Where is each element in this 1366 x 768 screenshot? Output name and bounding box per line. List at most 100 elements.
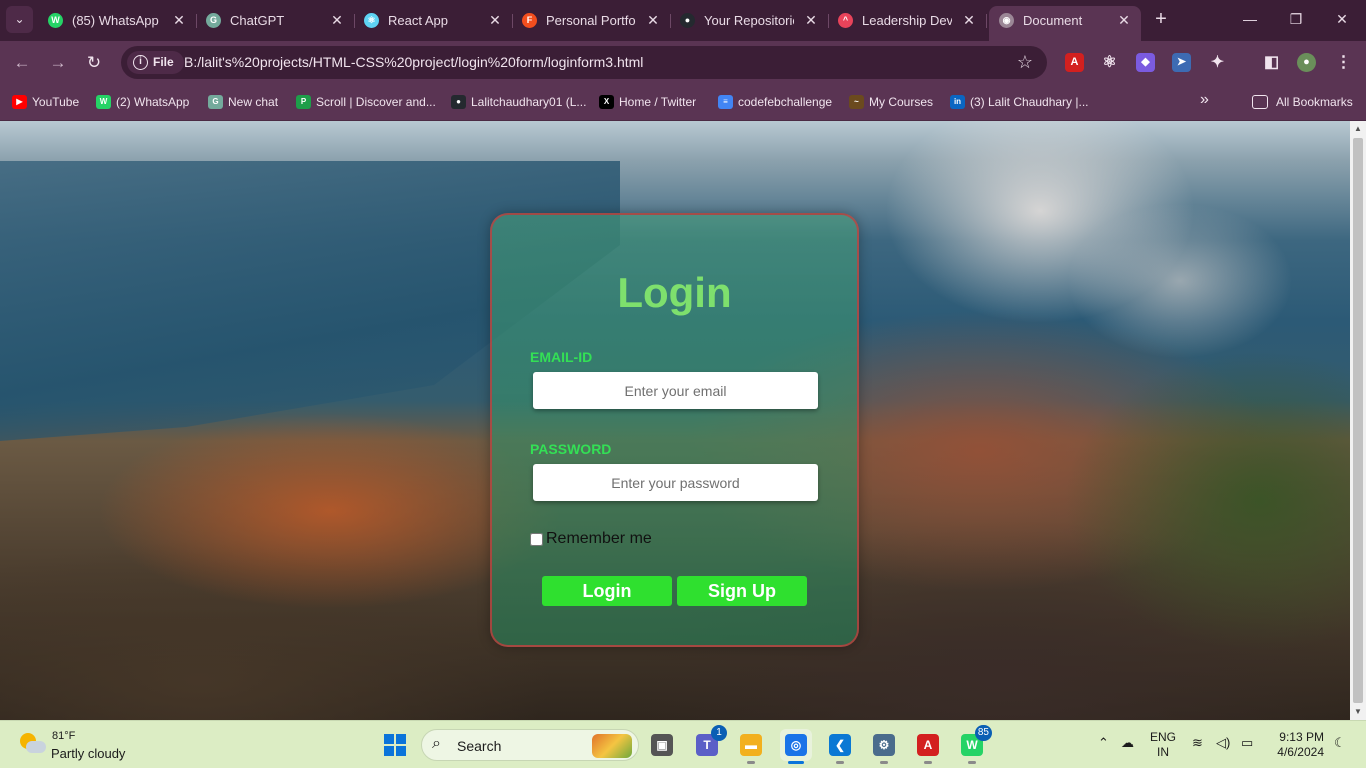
browser-tab[interactable]: G ChatGPT ✕ — [196, 6, 355, 35]
taskbar-app-chrome[interactable]: ◎ — [780, 729, 812, 764]
globe-icon: ◉ — [999, 13, 1014, 28]
folder-icon: ▬ — [740, 734, 762, 756]
browser-tab[interactable]: W (85) WhatsApp ✕ — [38, 6, 197, 35]
all-bookmarks-button[interactable]: All Bookmarks — [1252, 93, 1353, 111]
scroll-icon: P — [296, 95, 311, 109]
bookmark-item[interactable]: W (2) WhatsApp — [96, 93, 189, 111]
taskbar-app-whatsapp[interactable]: W 85 — [956, 725, 992, 764]
show-hidden-icons[interactable]: ⌃ — [1098, 735, 1109, 751]
remember-me-checkbox[interactable] — [530, 533, 543, 546]
cursor-extension-icon[interactable]: ➤ — [1172, 53, 1191, 72]
taskbar-search[interactable]: ⌕ Search — [421, 729, 639, 761]
password-input[interactable] — [533, 464, 818, 501]
site-info-chip[interactable]: i File — [127, 51, 184, 74]
extensions-icon[interactable]: ✦ — [1208, 53, 1227, 72]
email-input[interactable] — [533, 372, 818, 409]
scroll-up-icon[interactable]: ▲ — [1350, 121, 1366, 137]
signup-button[interactable]: Sign Up — [677, 576, 807, 606]
taskbar-app-file-explorer[interactable]: ▬ — [735, 729, 767, 764]
page-viewport: Login EMAIL-ID PASSWORD Remember me Logi… — [0, 121, 1350, 720]
tab-title: ChatGPT — [230, 13, 285, 28]
site-info-label: File — [153, 55, 174, 69]
close-tab-icon[interactable]: ✕ — [486, 11, 504, 29]
notifications-icon[interactable]: ☾ — [1334, 735, 1346, 751]
bookmark-item[interactable]: X Home / Twitter — [599, 93, 696, 111]
bookmark-item[interactable]: ~ My Courses — [849, 93, 933, 111]
whatsapp-icon: W — [96, 95, 111, 109]
all-bookmarks-label: All Bookmarks — [1276, 95, 1353, 109]
profile-avatar[interactable]: ● — [1297, 53, 1316, 72]
courses-icon: ~ — [849, 95, 864, 109]
url-text[interactable]: B:/lalit's%20projects/HTML-CSS%20project… — [184, 54, 643, 70]
bookmark-label: YouTube — [32, 95, 80, 109]
bookmark-item[interactable]: ▶ YouTube — [12, 93, 79, 111]
browser-tab[interactable]: F Personal Portfoli ✕ — [512, 6, 671, 35]
running-indicator — [747, 761, 755, 764]
address-bar[interactable]: i File B:/lalit's%20projects/HTML-CSS%20… — [121, 46, 1047, 79]
browser-tab[interactable]: ◉ Document ✕ — [989, 6, 1141, 41]
taskbar-app-vscode[interactable]: ❮ — [824, 729, 856, 764]
reload-button[interactable]: ↻ — [80, 49, 108, 77]
running-indicator — [968, 761, 976, 764]
browser-tab[interactable]: ⚛ React App ✕ — [354, 6, 513, 35]
running-indicator — [788, 761, 804, 764]
bookmark-label: New chat — [228, 95, 279, 109]
language-indicator[interactable]: ENG IN — [1150, 730, 1176, 760]
browser-toolbar: ← → ↻ i File B:/lalit's%20projects/HTML-… — [0, 41, 1366, 84]
taskbar-app-acrobat[interactable]: A — [912, 729, 944, 764]
taskbar-app-teams[interactable]: T1 — [691, 725, 727, 761]
tab-title: Document — [1023, 13, 1083, 28]
wifi-icon[interactable]: ≋ — [1192, 735, 1203, 751]
scroll-down-icon[interactable]: ▼ — [1350, 704, 1366, 720]
close-window-button[interactable]: ✕ — [1327, 8, 1357, 30]
back-button[interactable]: ← — [8, 49, 36, 77]
start-button[interactable] — [384, 734, 406, 756]
acrobat-icon: A — [917, 734, 939, 756]
react-devtools-icon[interactable]: ⚛ — [1100, 53, 1119, 72]
restore-button[interactable]: ❐ — [1281, 8, 1311, 30]
acrobat-extension-icon[interactable]: A — [1065, 53, 1084, 72]
bookmark-item[interactable]: G New chat — [208, 93, 278, 111]
bookmark-label: My Courses — [869, 95, 934, 109]
side-panel-icon[interactable]: ◧ — [1262, 53, 1281, 72]
close-tab-icon[interactable]: ✕ — [644, 11, 662, 29]
volume-icon[interactable]: ◁) — [1216, 735, 1230, 751]
bookmark-item[interactable]: in (3) Lalit Chaudhary |... — [950, 93, 1089, 111]
close-tab-icon[interactable]: ✕ — [802, 11, 820, 29]
bookmark-item[interactable]: ● Lalitchaudhary01 (L... — [451, 93, 586, 111]
battery-icon[interactable]: ▭ — [1241, 735, 1253, 751]
forward-button[interactable]: → — [44, 49, 72, 77]
onedrive-icon[interactable]: ☁ — [1121, 735, 1134, 751]
close-tab-icon[interactable]: ✕ — [328, 11, 346, 29]
close-tab-icon[interactable]: ✕ — [960, 11, 978, 29]
email-label: EMAIL-ID — [530, 349, 593, 365]
browser-tab[interactable]: ● Your Repositorie ✕ — [670, 6, 829, 35]
gemini-extension-icon[interactable]: ◆ — [1136, 53, 1155, 72]
github-icon: ● — [680, 13, 695, 28]
scrollbar-thumb[interactable] — [1353, 138, 1363, 703]
more-bookmarks-button[interactable]: » — [1200, 91, 1209, 109]
system-clock[interactable]: 9:13 PM 4/6/2024 — [1270, 730, 1324, 760]
region-code: IN — [1157, 745, 1169, 759]
taskbar-app-settings[interactable]: ⚙ — [868, 729, 900, 764]
bookmark-star-icon[interactable]: ☆ — [1017, 52, 1033, 73]
close-tab-icon[interactable]: ✕ — [170, 11, 188, 29]
figma-icon: F — [522, 13, 537, 28]
close-tab-icon[interactable]: ✕ — [1115, 11, 1133, 29]
minimize-button[interactable]: — — [1235, 8, 1265, 30]
bookmark-item[interactable]: P Scroll | Discover and... — [296, 93, 436, 111]
bookmark-item[interactable]: ≡ codefebchallenge — [718, 93, 832, 111]
login-card: Login EMAIL-ID PASSWORD Remember me Logi… — [490, 213, 859, 647]
taskbar-app-task-view[interactable]: ▣ — [646, 729, 678, 761]
login-button[interactable]: Login — [542, 576, 672, 606]
tab-title: Your Repositorie — [704, 13, 794, 28]
weather-description: Partly cloudy — [51, 746, 126, 761]
browser-tab[interactable]: ^ Leadership Deve ✕ — [828, 6, 987, 35]
tab-search-button[interactable]: ⌄ — [6, 6, 33, 33]
new-tab-button[interactable]: + — [1150, 8, 1172, 30]
page-scrollbar[interactable]: ▲ ▼ — [1350, 121, 1366, 720]
chrome-icon: ◎ — [785, 734, 807, 756]
weather-temperature: 81°F — [52, 730, 76, 742]
menu-icon[interactable]: ⋮ — [1334, 53, 1353, 72]
tab-title: (85) WhatsApp — [72, 13, 159, 28]
